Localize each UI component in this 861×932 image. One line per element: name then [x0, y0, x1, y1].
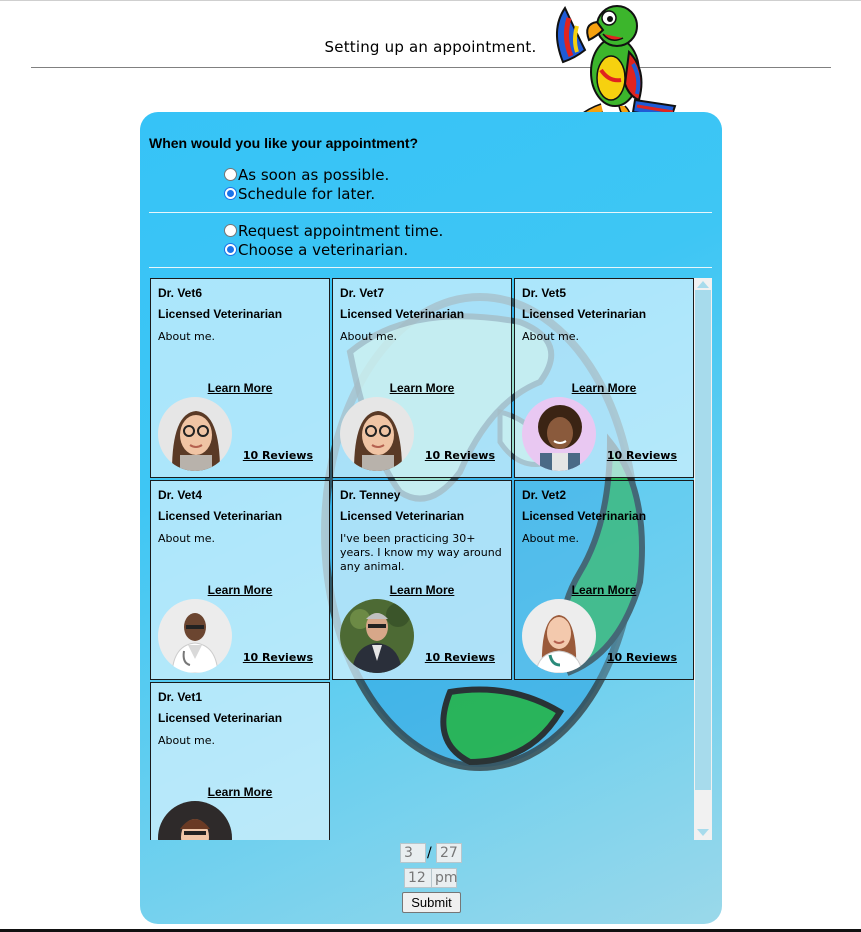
reviews-link[interactable]: 10 Reviews	[425, 449, 495, 462]
vet-title: Licensed Veterinarian	[158, 509, 283, 523]
vet-title: Licensed Veterinarian	[158, 711, 283, 725]
vet-title: Licensed Veterinarian	[158, 307, 283, 321]
radio-schedule-later-button[interactable]	[224, 187, 237, 200]
vet-avatar	[158, 801, 232, 840]
radio-request-time[interactable]: Request appointment time.	[224, 221, 443, 240]
vet-avatar	[158, 599, 232, 673]
radio-choose-vet-button[interactable]	[224, 243, 237, 256]
vet-card[interactable]: Dr. Vet5 Licensed Veterinarian About me. Le…	[514, 278, 694, 478]
vet-name: Dr. Vet5	[522, 286, 567, 300]
learn-more-link[interactable]: Learn More	[515, 381, 693, 395]
learn-more-link[interactable]: Learn More	[515, 583, 693, 597]
vet-title: Licensed Veterinarian	[522, 307, 647, 321]
vet-name: Dr. Vet1	[158, 690, 203, 704]
learn-more-link[interactable]: Learn More	[151, 381, 329, 395]
radio-choose-vet[interactable]: Choose a veterinarian.	[224, 240, 408, 259]
header-divider	[31, 67, 831, 68]
vet-avatar	[340, 599, 414, 673]
learn-more-link[interactable]: Learn More	[333, 381, 511, 395]
time-ampm-select[interactable]: pm	[431, 868, 458, 888]
vet-title: Licensed Veterinarian	[340, 307, 465, 321]
vet-avatar	[340, 397, 414, 471]
vet-about: About me.	[158, 734, 215, 747]
section-divider	[149, 212, 712, 213]
reviews-link[interactable]: 10 Reviews	[243, 449, 313, 462]
scroll-down-arrow-icon[interactable]	[697, 829, 709, 836]
section-divider	[149, 267, 712, 268]
vet-card[interactable]: Dr. Vet6 Licensed Veterinarian About me. Le…	[150, 278, 330, 478]
vet-about: About me.	[158, 532, 215, 545]
scroll-up-arrow-icon[interactable]	[697, 281, 709, 288]
radio-schedule-later[interactable]: Schedule for later.	[224, 184, 375, 203]
radio-request-time-button[interactable]	[224, 224, 237, 237]
date-month-input[interactable]: 3	[400, 843, 426, 863]
vet-card[interactable]: Dr. Vet4 Licensed Veterinarian About me. Le…	[150, 480, 330, 680]
vet-title: Licensed Veterinarian	[522, 509, 647, 523]
vet-grid: Dr. Vet6 Licensed Veterinarian About me. Le…	[150, 278, 712, 840]
vet-title: Licensed Veterinarian	[340, 509, 465, 523]
radio-request-time-label: Request appointment time.	[238, 221, 444, 240]
time-hour-input[interactable]: 12	[404, 868, 432, 888]
vet-about: About me.	[522, 330, 579, 343]
radio-asap-label: As soon as possible.	[238, 165, 390, 184]
vet-name: Dr. Vet6	[158, 286, 203, 300]
scrollbar-thumb[interactable]	[695, 290, 711, 790]
vet-card[interactable]: Dr. Vet1 Licensed Veterinarian About me. Le…	[150, 682, 330, 840]
vet-card[interactable]: Dr. Vet7 Licensed Veterinarian About me. Le…	[332, 278, 512, 478]
vet-name: Dr. Vet7	[340, 286, 385, 300]
submit-button[interactable]: Submit	[402, 892, 461, 913]
vet-list-scrollbar[interactable]	[694, 278, 712, 840]
vet-name: Dr. Vet4	[158, 488, 203, 502]
vet-about: About me.	[522, 532, 579, 545]
learn-more-link[interactable]: Learn More	[151, 583, 329, 597]
radio-asap[interactable]: As soon as possible.	[224, 165, 389, 184]
date-day-input[interactable]: 27	[436, 843, 462, 863]
parrot-logo-icon	[556, 5, 677, 124]
vet-card[interactable]: Dr. Tenney Licensed Veterinarian I've been…	[332, 480, 512, 680]
reviews-link[interactable]: 10 Reviews	[243, 651, 313, 664]
vet-name: Dr. Vet2	[522, 488, 567, 502]
vet-about: I've been practicing 30+ years. I know m…	[340, 532, 502, 573]
vet-avatar	[158, 397, 232, 471]
learn-more-link[interactable]: Learn More	[333, 583, 511, 597]
appointment-panel: When would you like your appointment? As…	[140, 112, 722, 924]
vet-about: About me.	[340, 330, 397, 343]
vet-avatar	[522, 599, 596, 673]
page-title: Setting up an appointment.	[324, 38, 537, 56]
reviews-link[interactable]: 10 Reviews	[425, 651, 495, 664]
radio-asap-button[interactable]	[224, 168, 237, 181]
reviews-link[interactable]: 10 Reviews	[607, 449, 677, 462]
radio-choose-vet-label: Choose a veterinarian.	[238, 240, 409, 259]
vet-card[interactable]: Dr. Vet2 Licensed Veterinarian About me. Le…	[514, 480, 694, 680]
radio-schedule-later-label: Schedule for later.	[238, 184, 376, 203]
appointment-question: When would you like your appointment?	[149, 135, 419, 151]
vet-name: Dr. Tenney	[340, 488, 401, 502]
date-separator: /	[427, 845, 432, 861]
vet-avatar	[522, 397, 596, 471]
learn-more-link[interactable]: Learn More	[151, 785, 329, 799]
vet-about: About me.	[158, 330, 215, 343]
reviews-link[interactable]: 10 Reviews	[607, 651, 677, 664]
top-border	[0, 0, 861, 1]
